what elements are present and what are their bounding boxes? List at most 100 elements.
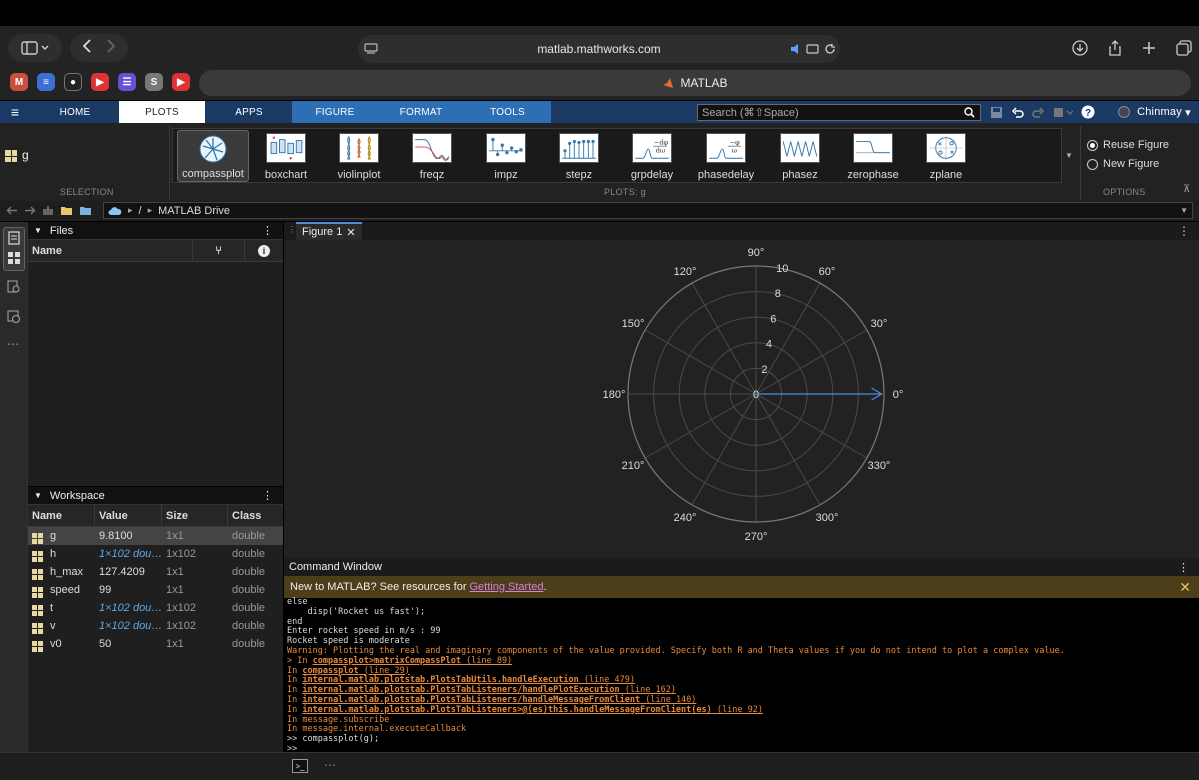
more-icon[interactable]: ⋯ [324,758,336,772]
col-size[interactable]: Size [162,505,228,526]
stack-trace-link[interactable]: internal.matlab.plotstab.PlotsTabListene… [302,705,711,715]
stack-trace-line[interactable]: (line 162) [620,685,676,695]
collapse-ribbon-icon[interactable]: ⊼ [1183,184,1190,195]
help-icon[interactable]: ? [1081,105,1095,119]
panel-menu-icon[interactable]: ⋮ [262,224,273,237]
stack-trace-line[interactable]: (line 140) [640,695,696,705]
browser-tab[interactable]: MATLAB [199,70,1191,96]
tab-figure-1[interactable]: Figure 1 ✕ [296,222,362,240]
gallery-item-stepz[interactable]: stepz [547,133,611,181]
tab-plots[interactable]: PLOTS [119,101,205,123]
tab-home[interactable]: HOME [32,101,118,123]
path-folder[interactable]: MATLAB Drive [158,205,230,217]
command-output[interactable]: else disp('Rocket us fast'); end Enter roc… [284,597,1199,755]
switch-windows-icon[interactable] [1053,106,1073,119]
getting-started-link[interactable]: Getting Started [469,581,543,593]
stack-trace-line[interactable]: (line 92) [712,705,763,715]
undo-icon[interactable] [1011,106,1024,119]
gallery-item-boxchart[interactable]: boxchart [254,133,318,181]
gallery-item-impz[interactable]: impz [474,133,538,181]
download-icon[interactable] [1072,40,1088,56]
panel-menu-icon[interactable]: ⋮ [1178,561,1189,574]
youtube-icon[interactable]: ▶ [91,73,109,91]
collapse-icon[interactable]: ▼ [34,226,42,235]
new-figure-option[interactable]: New Figure [1087,158,1159,170]
user-avatar[interactable] [1118,106,1130,118]
selected-variable[interactable]: g [22,148,29,162]
gallery-item-zplane[interactable]: zplane [914,133,978,181]
forward-button[interactable] [106,38,116,58]
workspace-icon[interactable] [7,251,21,265]
close-banner-icon[interactable]: ✕ [1179,579,1191,596]
figure-menu-icon[interactable]: ⋮ [1178,224,1190,238]
history-icon[interactable] [7,310,21,324]
pip-icon[interactable] [806,43,820,55]
workspace-panel-header[interactable]: ▼ Workspace ⋮ [28,487,283,505]
col-name[interactable]: Name [28,240,193,261]
reload-icon[interactable] [824,43,836,55]
tab-figure[interactable]: FIGURE [292,101,378,123]
stack-trace-link[interactable]: compassplot>matrixCompassPlot [313,656,461,666]
tasks-icon[interactable]: ☰ [118,73,136,91]
info-icon[interactable]: i [245,240,283,261]
source-control-icon[interactable]: ⑂ [193,240,245,261]
table-row[interactable]: h_max 127.4209 1x1 double [28,563,283,581]
folder-search-icon[interactable] [79,205,92,216]
sidebar-toggle-button[interactable] [8,34,62,62]
close-icon[interactable]: ✕ [346,226,355,239]
table-row[interactable]: g 9.8100 1x1 double [28,527,283,545]
table-row[interactable]: t 1×102 dou… 1x102 double [28,599,283,617]
files-icon[interactable] [7,231,21,245]
gallery-item-phasez[interactable]: phasez [768,133,832,181]
github-icon[interactable]: ● [64,73,82,91]
gallery-item-phasedelay[interactable]: −φ ω phasedelay [694,133,758,181]
files-panel-header[interactable]: ▼ Files ⋮ [28,222,283,240]
stack-trace-line[interactable]: (line 479) [579,675,635,685]
gmail-icon[interactable]: M [10,73,28,91]
tab-overview-icon[interactable] [1176,40,1192,56]
reuse-figure-option[interactable]: Reuse Figure [1087,139,1169,151]
table-row[interactable]: v 1×102 dou… 1x102 double [28,617,283,635]
gallery-item-zerophase[interactable]: zerophase [841,133,905,181]
tab-apps[interactable]: APPS [206,101,292,123]
col-name[interactable]: Name [28,505,95,526]
command-window-icon[interactable]: >_ [292,759,308,773]
stack-trace-link[interactable]: internal.matlab.plotstab.PlotsTabListene… [302,695,640,705]
search-input[interactable]: Search (⌘⇧Space) [697,104,981,121]
table-row[interactable]: speed 99 1x1 double [28,581,283,599]
up-folder-icon[interactable] [42,205,54,216]
stack-trace-link[interactable]: internal.matlab.plotstab.PlotsTabUtils.h… [302,675,578,685]
stack-trace-line[interactable]: (line 89) [461,656,512,666]
user-menu[interactable]: Chinmay ▾ [1133,101,1195,123]
path-root[interactable]: / [139,205,142,217]
col-value[interactable]: Value [95,505,162,526]
back-button[interactable] [82,38,92,58]
gallery-item-freqz[interactable]: freqz [400,133,464,181]
col-class[interactable]: Class [228,505,283,526]
tab-format[interactable]: FORMAT [378,101,464,123]
address-bar[interactable]: matlab.mathworks.com [358,35,840,63]
radio-checked[interactable] [1087,139,1098,151]
path-dropdown-icon[interactable]: ▼ [1180,206,1188,215]
forward-arrow-icon[interactable] [24,205,36,216]
stack-trace-link[interactable]: internal.matlab.plotstab.PlotsTabListene… [302,685,619,695]
youtube-icon[interactable]: ▶ [172,73,190,91]
save-icon[interactable] [990,106,1003,119]
compass-plot[interactable]: 0° 30° 60° 90° 120° 150° 180° 210° 240° 270° 300° 3… [284,240,1199,558]
more-tools-icon[interactable]: ⋯ [7,337,19,351]
table-row[interactable]: h 1×102 dou… 1x102 double [28,545,283,563]
hamburger-menu-icon[interactable]: ≡ [4,101,26,123]
collapse-icon[interactable]: ▼ [34,491,42,500]
gallery-expand-button[interactable]: ▼ [1062,128,1076,183]
radio-unchecked[interactable] [1087,158,1098,170]
new-tab-icon[interactable] [1142,41,1156,55]
gallery-item-violinplot[interactable]: violinplot [327,133,391,181]
table-row[interactable]: v0 50 1x1 double [28,635,283,653]
share-icon[interactable] [1108,40,1122,56]
redo-icon[interactable] [1032,106,1045,119]
folder-path-input[interactable]: ▸ / ▸ MATLAB Drive ▼ [103,202,1193,219]
panel-menu-icon[interactable]: ⋮ [262,489,273,502]
s-app-icon[interactable]: S [145,73,163,91]
gallery-item-compassplot[interactable]: compassplot [177,130,249,182]
docs-icon[interactable]: ≡ [37,73,55,91]
